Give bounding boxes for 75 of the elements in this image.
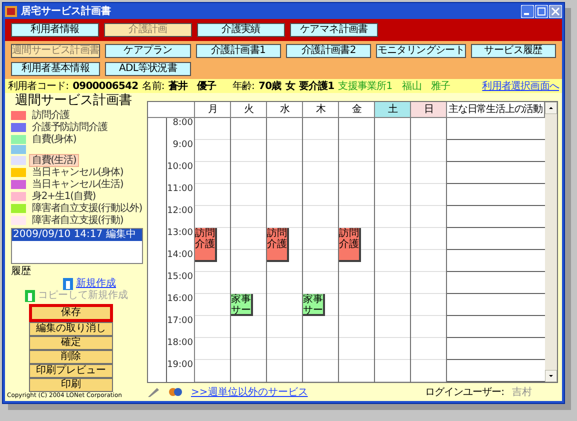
day-header: 月 xyxy=(195,102,231,118)
legend-label[interactable]: 自費(生活) xyxy=(29,154,80,166)
other-services-link[interactable]: >>週単位以外のサービス xyxy=(191,385,308,399)
time-label: 15:00 xyxy=(167,272,193,282)
action-button[interactable]: 保存 xyxy=(29,304,113,322)
minimize-icon[interactable] xyxy=(521,4,534,18)
code-label: 利用者コード: xyxy=(8,80,69,93)
time-label: 9:00 xyxy=(172,140,193,150)
nav-tab[interactable]: ケアマネ計画書 xyxy=(290,23,378,37)
user-name: 蒼井 優子 xyxy=(168,80,216,93)
legend-label[interactable]: 介護予防訪問介護 xyxy=(29,120,110,134)
time-label: 16:00 xyxy=(167,294,193,304)
day-header: 土 xyxy=(375,102,411,118)
user-code: 0900006542 xyxy=(72,80,138,92)
activity-header: 主な日常生活上の活動 xyxy=(447,102,545,118)
login-user: 吉村 xyxy=(512,386,532,399)
scrollbar[interactable] xyxy=(545,102,557,382)
day-header: 金 xyxy=(339,102,375,118)
sidebar-title: 週間サービス計画書 xyxy=(14,93,132,109)
action-button[interactable]: 削除 xyxy=(29,350,113,364)
time-label: 18:00 xyxy=(167,338,193,348)
legend-label[interactable]: 身2+生1(自費) xyxy=(29,190,99,202)
legend-label[interactable]: 障害者自立支援(行動) xyxy=(29,214,126,226)
history-label: 履歴 xyxy=(11,266,31,278)
time-label: 19:00 xyxy=(167,360,193,370)
time-label: 14:00 xyxy=(167,250,193,260)
nav-tab[interactable]: 介護実績 xyxy=(197,23,285,37)
time-label: 12:00 xyxy=(167,206,193,216)
nav-tab[interactable]: 介護計画書1 xyxy=(196,44,281,58)
action-button[interactable]: 印刷プレビュー xyxy=(29,364,113,378)
maximize-icon[interactable] xyxy=(535,4,548,18)
legend-label[interactable]: 障害者自立支援(行動以外) xyxy=(29,202,146,214)
close-icon[interactable] xyxy=(549,4,562,18)
name-label: 名前: xyxy=(142,80,164,93)
user-age: 70歳 xyxy=(258,80,282,93)
nav-tab[interactable]: 利用者基本情報 xyxy=(11,62,100,76)
history-entry[interactable]: 2009/09/10 14:17 編集中 xyxy=(12,229,142,241)
action-button[interactable]: 編集の取り消し xyxy=(29,322,113,336)
scroll-down-icon[interactable] xyxy=(545,370,557,382)
day-header: 木 xyxy=(303,102,339,118)
legend-label[interactable]: 当日キャンセル(生活) xyxy=(29,178,126,190)
care-level: 要介護1 xyxy=(298,80,334,93)
nav-tab[interactable]: モニタリングシート xyxy=(376,44,466,58)
time-label: 11:00 xyxy=(167,184,193,194)
document-icon xyxy=(25,290,35,302)
pen-icon xyxy=(147,386,161,398)
nav-tab[interactable]: 介護計画書2 xyxy=(286,44,372,58)
login-label: ログインユーザー: xyxy=(425,386,504,399)
legend-label[interactable]: 訪問介護 xyxy=(29,108,73,122)
time-label: 13:00 xyxy=(167,228,193,238)
nav-tab[interactable]: ADL等状況書 xyxy=(105,62,191,76)
day-header: 水 xyxy=(267,102,303,118)
nav-tab[interactable]: 利用者情報 xyxy=(11,23,99,37)
scroll-up-icon[interactable] xyxy=(545,102,557,114)
care-manager: 福山 雅子 xyxy=(402,80,450,93)
age-label: 年齢: xyxy=(232,80,255,93)
office-name: 支援事業所1 xyxy=(338,80,392,93)
document-icon xyxy=(63,278,73,290)
nav-tab[interactable]: サービス履歴 xyxy=(470,44,556,58)
nav-tab[interactable]: ケアプラン xyxy=(105,44,191,58)
people-icon xyxy=(169,386,183,398)
app-icon xyxy=(5,6,17,16)
action-button[interactable]: 確定 xyxy=(29,336,113,350)
action-button[interactable]: 印刷 xyxy=(29,378,113,392)
time-label: 17:00 xyxy=(167,316,193,326)
day-header: 日 xyxy=(411,102,447,118)
user-sex: 女 xyxy=(285,80,295,93)
legend-label[interactable]: 自費(身体) xyxy=(29,132,80,146)
time-label: 10:00 xyxy=(167,162,193,172)
time-label: 8:00 xyxy=(172,118,193,128)
legend-label[interactable]: 当日キャンセル(身体) xyxy=(29,166,126,178)
new-link[interactable]: 新規作成 xyxy=(76,278,116,290)
user-select-link[interactable]: 利用者選択画面へ xyxy=(482,79,559,93)
window-title: 居宅サービス計画書 xyxy=(21,4,111,18)
day-header: 火 xyxy=(231,102,267,118)
